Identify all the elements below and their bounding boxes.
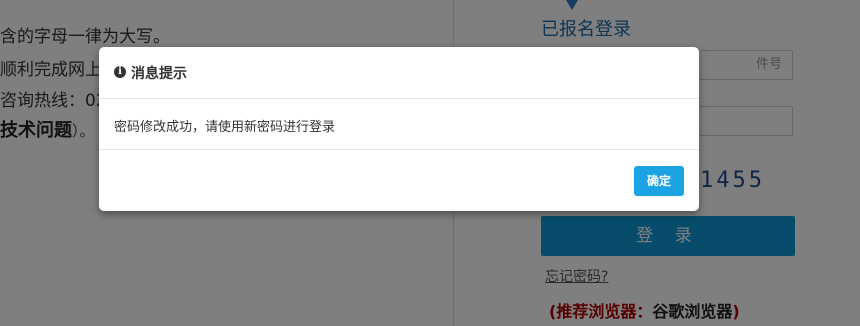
- dialog-header: i 消息提示: [99, 47, 699, 99]
- info-icon: i: [114, 66, 126, 78]
- confirm-button[interactable]: 确定: [634, 166, 684, 196]
- dialog-message: 密码修改成功，请使用新密码进行登录: [114, 120, 336, 135]
- dialog-title: 消息提示: [131, 66, 187, 82]
- message-dialog: i 消息提示 密码修改成功，请使用新密码进行登录 确定: [99, 47, 699, 211]
- dialog-body: 密码修改成功，请使用新密码进行登录: [99, 99, 699, 150]
